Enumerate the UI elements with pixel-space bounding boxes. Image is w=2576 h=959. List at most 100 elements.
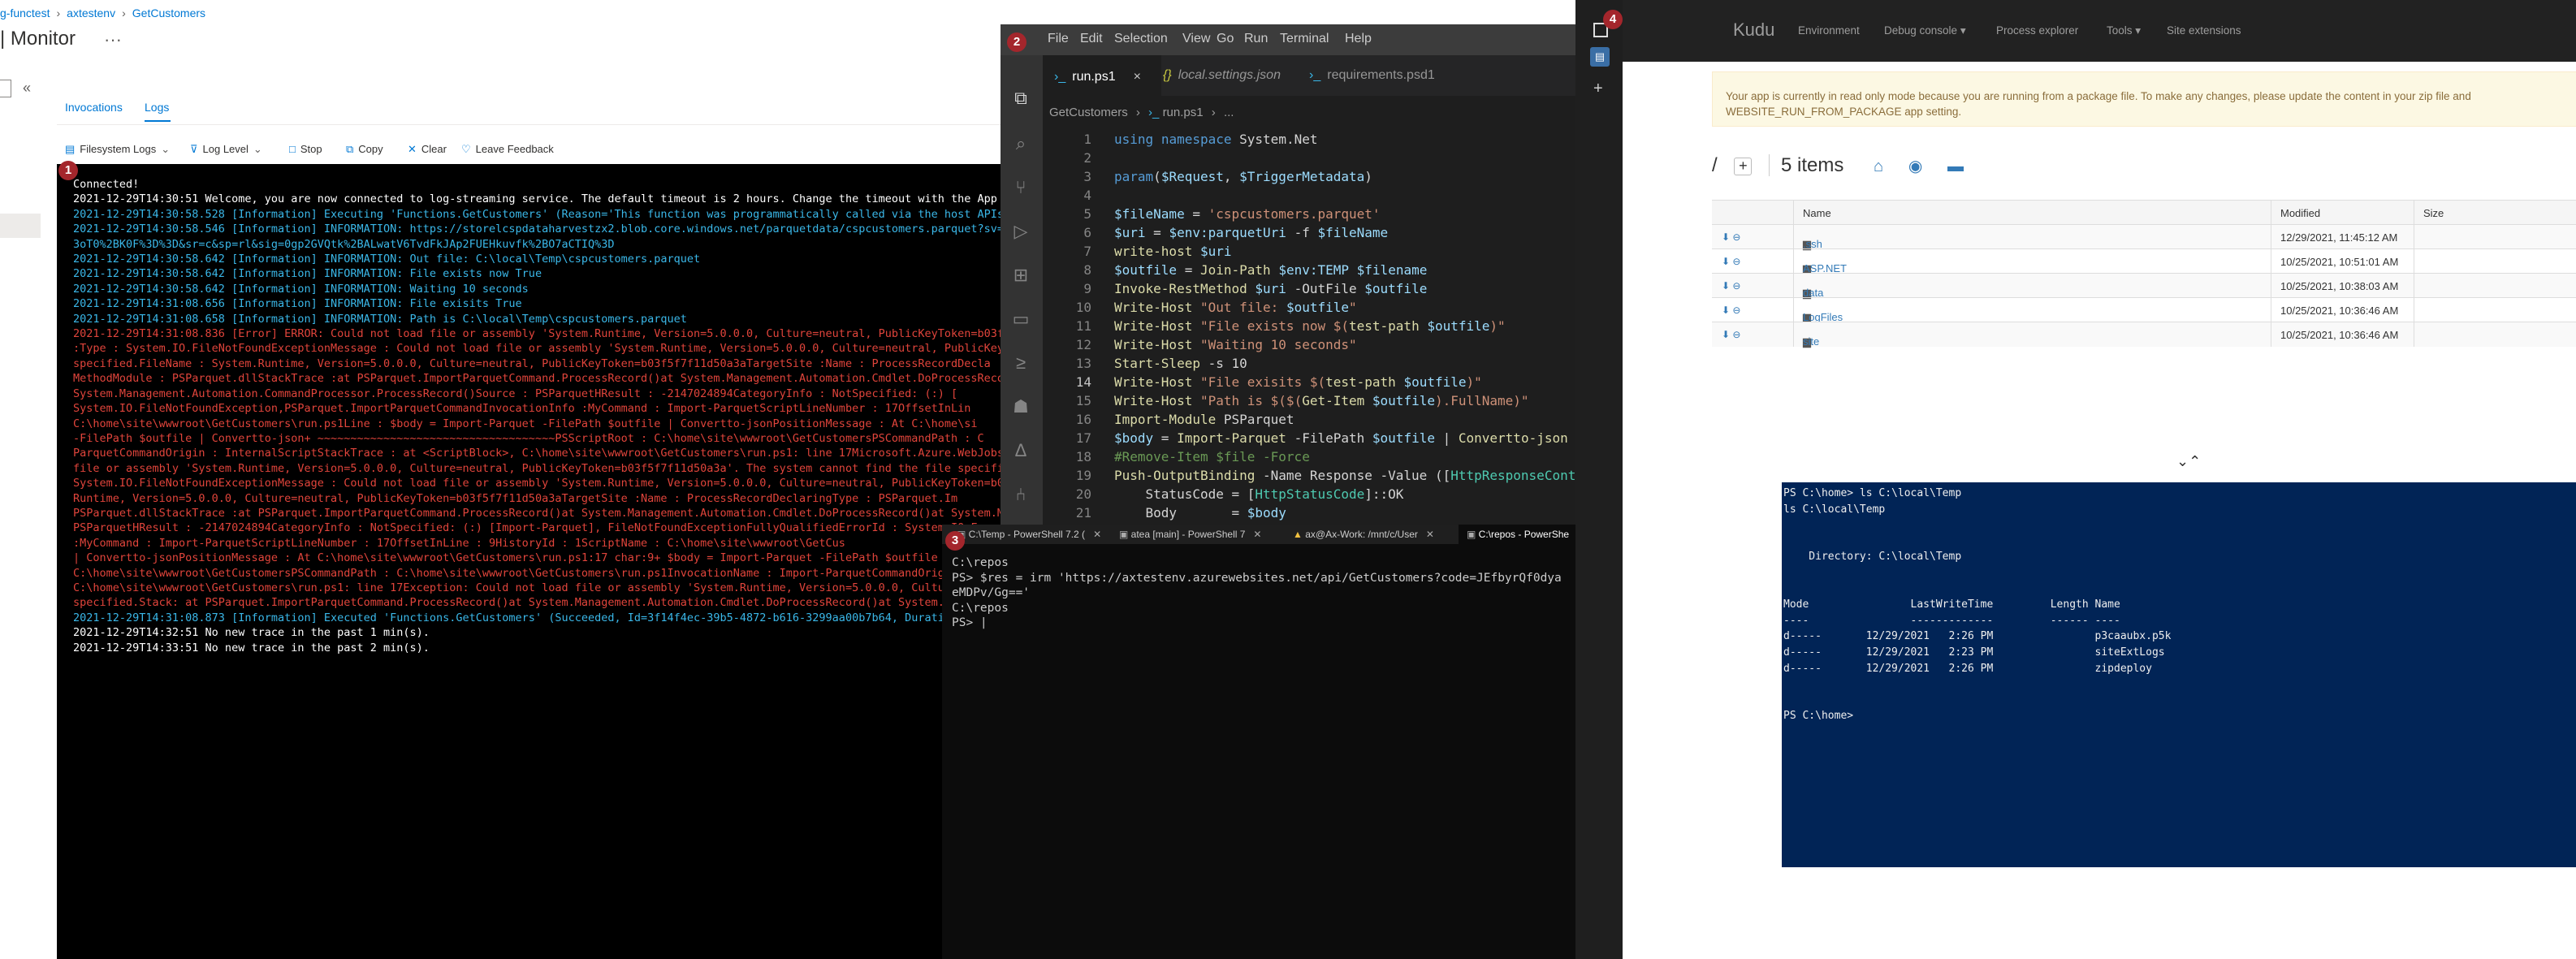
panel-splitter[interactable]: ⌄⌃ — [2176, 453, 2201, 470]
code-text: write-host $uri — [1114, 244, 1232, 259]
clear-button[interactable]: ✕ Clear — [408, 143, 447, 156]
globe-icon[interactable]: ◉ — [1908, 158, 1922, 175]
kudu-powershell-console[interactable]: PS C:\home> ls C:\local\Temp ls C:\local… — [1782, 482, 2576, 867]
modified-date: 12/29/2021, 11:45:12 AM — [2280, 231, 2398, 244]
extensions-icon[interactable]: ⊞ — [1010, 265, 1031, 286]
line-number: 2 — [1083, 150, 1091, 166]
docker-icon[interactable]: ☗ — [1010, 396, 1031, 417]
line-number: 21 — [1075, 505, 1091, 521]
close-icon[interactable]: ✕ — [1093, 529, 1101, 540]
menu-terminal[interactable]: Terminal — [1280, 32, 1329, 46]
close-icon[interactable]: × — [1134, 70, 1141, 84]
explorer-icon[interactable]: ⧉ — [1010, 88, 1031, 109]
copy-button[interactable]: ⧉ Copy — [346, 143, 383, 156]
log-line: 2021-12-29T14:31:08.836 [Error] ERROR: C… — [73, 327, 1007, 341]
remote-explorer-icon[interactable]: ▭ — [1010, 309, 1031, 330]
vscode-title-bar: File Edit Selection View Go Run Terminal… — [1001, 24, 1601, 55]
kudu-brand[interactable]: Kudu — [1733, 19, 1774, 41]
log-line: 2021-12-29T14:31:08.658 [Information] IN… — [73, 312, 687, 326]
kudu-tab-icon[interactable]: ▤ — [1590, 47, 1610, 67]
editor-breadcrumb: GetCustomers › ›_ run.ps1 › ... — [1049, 106, 1234, 119]
code-line: 19 Push-OutputBinding -Name Response -Val… — [1043, 466, 1600, 485]
nav-site-extensions[interactable]: Site extensions — [2167, 24, 2241, 37]
menu-run[interactable]: Run — [1244, 32, 1268, 46]
json-icon: {} — [1163, 68, 1172, 82]
download-delete-icons[interactable]: ⬇ ⊖ — [1722, 231, 1740, 243]
menu-view[interactable]: View — [1182, 32, 1210, 46]
close-icon[interactable]: ✕ — [1426, 529, 1434, 540]
table-row[interactable]: ⬇ ⊖ ▆ LogFiles 10/25/2021, 10:36:46 AM — [1712, 297, 2576, 323]
code-line: 5 $fileName = 'cspcustomers.parquet' — [1043, 205, 1380, 223]
line-number: 17 — [1075, 430, 1091, 446]
sidebar-selected-item[interactable] — [0, 214, 41, 238]
menu-selection[interactable]: Selection — [1114, 32, 1168, 46]
add-button[interactable]: + — [1734, 157, 1753, 175]
log-line: 2021-12-29T14:31:08.873 [Information] Ex… — [73, 611, 997, 624]
tab-requirements-psd1[interactable]: ›_ requirements.psd1 — [1298, 55, 1472, 96]
drive-icon[interactable]: ▬ — [1947, 158, 1964, 175]
terminal-tab[interactable]: ▲ ax@Ax-Work: /mnt/c/User ✕ — [1293, 525, 1454, 544]
menu-help[interactable]: Help — [1345, 32, 1372, 46]
line-number: 14 — [1075, 374, 1091, 390]
modified-date: 10/25/2021, 10:38:03 AM — [2280, 280, 2399, 292]
source-control-icon[interactable]: ⑂ — [1010, 177, 1031, 198]
filesystem-logs-dropdown[interactable]: ▤ Filesystem Logs ⌄ — [65, 143, 170, 156]
nav-environment[interactable]: Environment — [1798, 24, 1860, 37]
menu-edit[interactable]: Edit — [1080, 32, 1103, 46]
path-root[interactable]: / — [1712, 154, 1718, 176]
log-line: System.IO.FileNotFoundExceptionMessage :… — [73, 477, 1007, 490]
line-number: 9 — [1083, 281, 1091, 296]
download-delete-icons[interactable]: ⬇ ⊖ — [1722, 305, 1740, 316]
log-line: C:\home\site\wwwroot\GetCustomersPSComma… — [73, 566, 951, 580]
nav-tools[interactable]: Tools ▾ — [2107, 24, 2141, 37]
new-tab-icon[interactable]: + — [1593, 80, 1603, 98]
nav-process-explorer[interactable]: Process explorer — [1996, 24, 2078, 37]
marker-badge-3: 3 — [945, 531, 965, 551]
download-delete-icons[interactable]: ⬇ ⊖ — [1722, 280, 1740, 292]
more-options-button[interactable]: ··· — [104, 29, 122, 50]
heart-icon: ♡ — [461, 143, 471, 155]
table-row[interactable]: ⬇ ⊖ ▆ .ssh 12/29/2021, 11:45:12 AM — [1712, 224, 2576, 250]
line-number: 12 — [1075, 337, 1091, 352]
code-line: 1 using namespace System.Net — [1043, 130, 1317, 149]
editor-tabs: ›_ run.ps1 × {} local.settings.json ›_ requi… — [1043, 55, 1601, 97]
stop-button[interactable]: □ Stop — [289, 143, 322, 155]
terminal-icon[interactable]: ≥ — [1010, 352, 1031, 374]
close-icon[interactable]: ✕ — [1253, 529, 1261, 540]
breadcrumb-item[interactable]: GetCustomers — [132, 6, 205, 19]
table-row[interactable]: ⬇ ⊖ ▆ site 10/25/2021, 10:36:46 AM — [1712, 322, 2576, 348]
log-level-dropdown[interactable]: ⊽ Log Level ⌄ — [190, 143, 262, 156]
remote-icon[interactable]: ⑃ — [1010, 484, 1031, 505]
terminal-output: C:\repos PS> $res = irm 'https://axtesten… — [952, 555, 1562, 631]
log-line: PSParquetHResult : -2147024894CategoryIn… — [73, 521, 978, 535]
breadcrumb-item[interactable]: g-functest — [0, 6, 50, 19]
terminal-tab[interactable]: ▣ C:\Temp - PowerShell 7.2 (✕ — [957, 525, 1101, 544]
code-line: 7 write-host $uri — [1043, 242, 1232, 261]
home-icon[interactable]: ⌂ — [1874, 158, 1883, 175]
run-debug-icon[interactable]: ▷ — [1010, 221, 1031, 242]
log-stream-console[interactable]: Connected! 2021-12-29T14:30:51 Welcome, y… — [57, 164, 1007, 959]
tab-run-ps1[interactable]: ›_ run.ps1 × — [1043, 55, 1161, 97]
breadcrumb-item[interactable]: axtestenv — [67, 6, 115, 19]
terminal-line: PS> $res = irm 'https://axtestenv.azurew… — [952, 571, 1562, 585]
menu-go[interactable]: Go — [1217, 32, 1234, 46]
azure-icon[interactable]: Δ — [1010, 440, 1031, 461]
leave-feedback-button[interactable]: ♡ Leave Feedback — [461, 143, 554, 156]
powershell-terminal[interactable]: ▣ C:\Temp - PowerShell 7.2 (✕ ▣ atea [ma… — [942, 525, 1610, 959]
download-delete-icons[interactable]: ⬇ ⊖ — [1722, 329, 1740, 340]
search-icon[interactable]: ⌕ — [1010, 133, 1031, 154]
log-line: ParquetCommandOrigin : InternalScriptSta… — [73, 447, 1007, 460]
nav-debug-console[interactable]: Debug console ▾ — [1884, 24, 1966, 37]
terminal-tab[interactable]: ▣ atea [main] - PowerShell 7 ✕ — [1119, 525, 1273, 544]
log-line: 2021-12-29T14:30:58.642 [Information] IN… — [73, 282, 529, 296]
tab-logs[interactable]: Logs — [145, 101, 169, 114]
menu-file[interactable]: File — [1048, 32, 1069, 46]
tab-invocations[interactable]: Invocations — [65, 101, 123, 114]
table-row[interactable]: ⬇ ⊖ ▆ data 10/25/2021, 10:38:03 AM — [1712, 273, 2576, 299]
collapse-icon[interactable]: « — [23, 80, 31, 97]
code-editor[interactable]: 1 using namespace System.Net 2 3 param($Requ… — [1043, 130, 1601, 539]
download-delete-icons[interactable]: ⬇ ⊖ — [1722, 256, 1740, 267]
tab-local-settings-json[interactable]: {} local.settings.json — [1152, 55, 1307, 96]
search-box-edge[interactable] — [0, 80, 11, 97]
table-row[interactable]: ⬇ ⊖ ▆ ASP.NET 10/25/2021, 10:51:01 AM — [1712, 248, 2576, 274]
